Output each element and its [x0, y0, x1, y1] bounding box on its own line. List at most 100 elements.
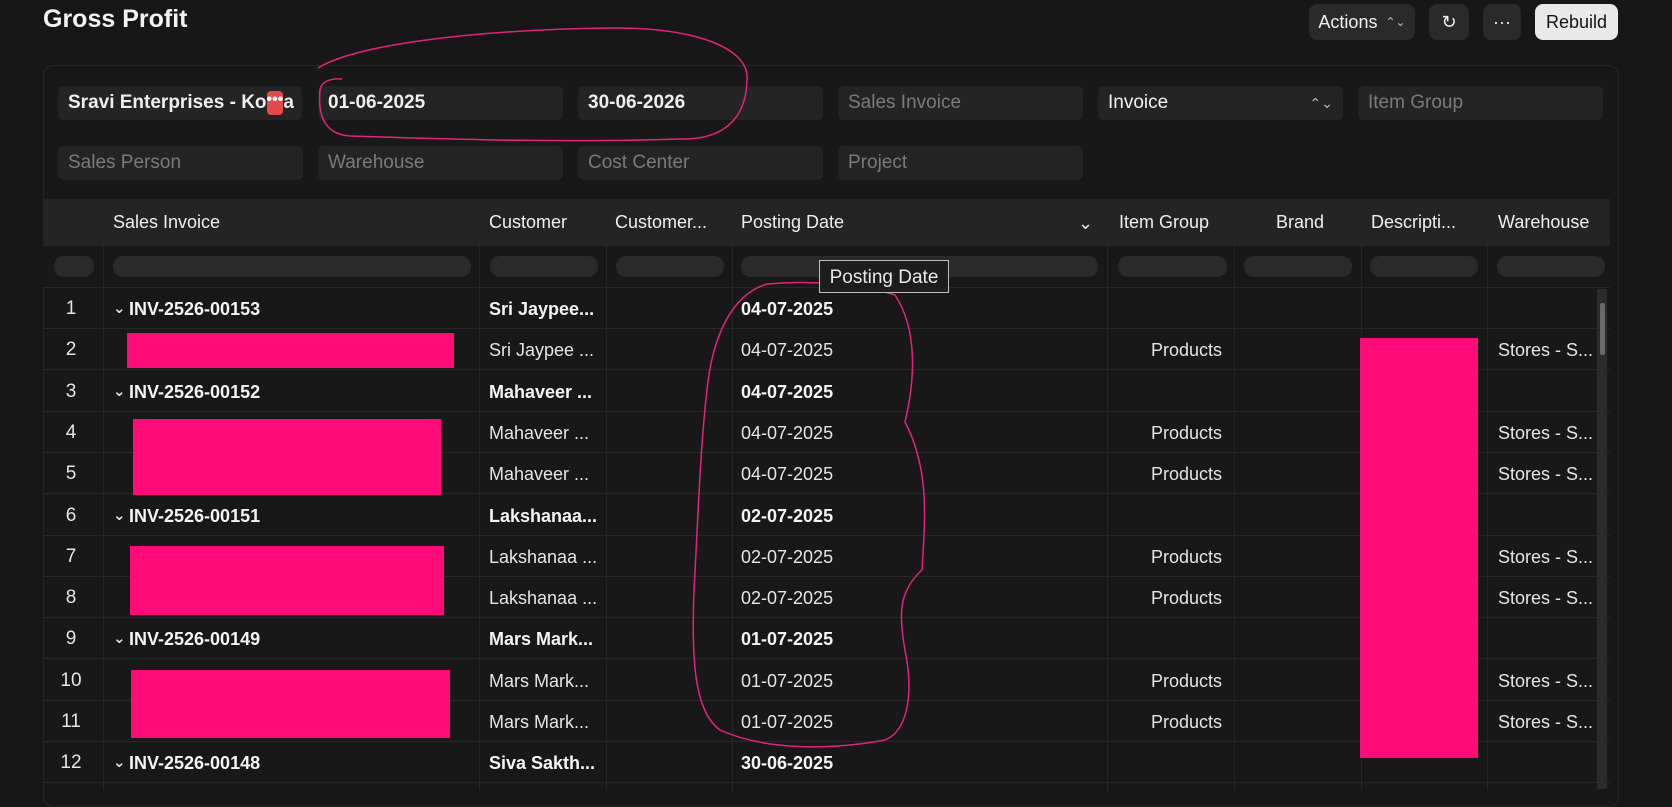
customer-cell[interactable]: Lakshanaa ... — [489, 535, 597, 576]
customer-cell[interactable]: Mars Mark... — [489, 700, 597, 741]
customer-cell[interactable]: Sri Jaypee ... — [489, 328, 597, 369]
warehouse-cell[interactable]: Stores - S... — [1498, 535, 1598, 576]
warehouse-cell[interactable] — [1498, 370, 1598, 411]
invoice-cell[interactable]: INV-2526-00149 — [129, 617, 449, 658]
row-number[interactable]: 11 — [51, 700, 91, 741]
posting-date-cell[interactable]: 01-07-2025 — [741, 617, 1041, 658]
warehouse-cell[interactable] — [1498, 617, 1598, 658]
invoice-cell[interactable]: INV-2526-00152 — [129, 370, 449, 411]
chevron-down-icon[interactable]: ⌄ — [113, 617, 127, 658]
invoice-cell[interactable]: INV-2526-00151 — [129, 494, 449, 535]
scrollbar-thumb[interactable] — [1600, 303, 1605, 355]
rebuild-button[interactable]: Rebuild — [1535, 4, 1618, 40]
column-filter-input[interactable] — [1370, 256, 1478, 277]
chevron-down-icon[interactable]: ⌄ — [113, 370, 127, 411]
warehouse-cell[interactable]: Stores - S... — [1498, 700, 1598, 741]
customer-cell[interactable]: Mahaveer ... — [489, 370, 597, 411]
item-group-cell[interactable]: Products — [1151, 659, 1231, 700]
column-filter-input[interactable] — [1497, 256, 1605, 277]
item-group-cell[interactable]: Products — [1151, 411, 1231, 452]
to-date-filter[interactable]: 30-06-2026 — [578, 86, 823, 120]
warehouse-cell[interactable]: Stores - S... — [1498, 452, 1598, 493]
row-number[interactable]: 12 — [51, 741, 91, 782]
posting-date-cell[interactable]: 01-07-2025 — [741, 659, 1041, 700]
item-group-cell[interactable]: Products — [1151, 576, 1231, 617]
warehouse-cell[interactable] — [1498, 287, 1598, 328]
posting-date-cell[interactable]: 02-07-2025 — [741, 576, 1041, 617]
posting-date-cell[interactable]: 30-06-2025 — [741, 741, 1041, 782]
customer-cell[interactable]: Lakshanaa ... — [489, 576, 597, 617]
table-group-row[interactable]: 1 INV-2526-00153 Sri Jaypee... 04-07-2025 ⌄ — [43, 287, 1610, 329]
posting-date-cell[interactable]: 04-07-2025 — [741, 452, 1041, 493]
posting-date-cell[interactable]: 04-07-2025 — [741, 411, 1041, 452]
customer-cell[interactable]: Sri Jaypee... — [489, 287, 597, 328]
item-group-cell[interactable]: Products — [1151, 452, 1231, 493]
project-filter[interactable]: Project — [838, 146, 1083, 180]
chevron-down-icon[interactable]: ⌄ — [113, 494, 127, 535]
row-number[interactable]: 10 — [51, 659, 91, 700]
row-number[interactable]: 4 — [51, 411, 91, 452]
header-sales-invoice[interactable]: Sales Invoice — [113, 199, 220, 246]
row-number[interactable]: 8 — [51, 576, 91, 617]
warehouse-filter[interactable]: Warehouse — [318, 146, 563, 180]
row-number[interactable]: 7 — [51, 535, 91, 576]
invoice-cell[interactable]: INV-2526-00153 — [129, 287, 449, 328]
posting-date-cell[interactable]: 02-07-2025 — [741, 494, 1041, 535]
posting-date-cell[interactable]: 04-07-2025 — [741, 370, 1041, 411]
cost-center-filter[interactable]: Cost Center — [578, 146, 823, 180]
item-group-cell[interactable] — [1151, 287, 1231, 328]
posting-date-dropdown-icon[interactable]: ⌄ — [1078, 200, 1093, 247]
posting-date-cell[interactable]: 01-07-2025 — [741, 700, 1041, 741]
column-filter-input[interactable] — [1244, 256, 1352, 277]
chevron-down-icon[interactable]: ⌄ — [113, 287, 127, 328]
header-warehouse[interactable]: Warehouse — [1498, 199, 1589, 246]
header-customer-group[interactable]: Customer... — [615, 199, 715, 246]
column-filter-input[interactable] — [490, 256, 598, 277]
group-by-select[interactable]: Invoice ⌃⌄ — [1098, 86, 1343, 120]
row-number[interactable]: 2 — [51, 328, 91, 369]
item-group-cell[interactable]: Products — [1151, 328, 1231, 369]
sales-person-filter[interactable]: Sales Person — [58, 146, 303, 180]
table-scrollbar[interactable] — [1597, 289, 1607, 789]
customer-cell[interactable]: Mars Mark... — [489, 659, 597, 700]
header-brand[interactable]: Brand — [1276, 199, 1324, 246]
company-filter[interactable]: Sravi Enterprises - Ko ••• a — [58, 86, 302, 120]
from-date-filter[interactable]: 01-06-2025 — [318, 86, 563, 120]
posting-date-cell[interactable]: 04-07-2025 — [741, 328, 1041, 369]
warehouse-cell[interactable]: Stores - S... — [1498, 659, 1598, 700]
warehouse-cell[interactable]: Stores - S... — [1498, 411, 1598, 452]
column-filter-input[interactable] — [1118, 256, 1227, 277]
row-number[interactable]: 6 — [51, 494, 91, 535]
row-number[interactable]: 3 — [51, 370, 91, 411]
row-number[interactable]: 9 — [51, 617, 91, 658]
item-group-cell[interactable]: Products — [1151, 700, 1231, 741]
actions-button[interactable]: Actions ⌃⌄ — [1309, 4, 1415, 40]
chevron-down-icon[interactable]: ⌄ — [113, 741, 127, 782]
column-filter-input[interactable] — [616, 256, 724, 277]
header-item-group[interactable]: Item Group — [1119, 199, 1209, 246]
posting-date-cell[interactable]: 02-07-2025 — [741, 535, 1041, 576]
refresh-button[interactable]: ↻ — [1429, 4, 1469, 40]
item-group-cell[interactable] — [1151, 741, 1231, 782]
item-group-cell[interactable] — [1151, 494, 1231, 535]
customer-cell[interactable]: Mars Mark... — [489, 617, 597, 658]
more-button[interactable]: ··· — [1483, 4, 1521, 40]
item-group-filter[interactable]: Item Group — [1358, 86, 1603, 120]
customer-cell[interactable]: Mahaveer ... — [489, 452, 597, 493]
customer-cell[interactable]: Lakshanaa... — [489, 494, 597, 535]
column-filter-input[interactable] — [54, 256, 94, 277]
invoice-cell[interactable]: INV-2526-00148 — [129, 741, 449, 782]
header-description[interactable]: Descripti... — [1371, 199, 1463, 246]
warehouse-cell[interactable] — [1498, 494, 1598, 535]
header-posting-date[interactable]: Posting Date — [741, 199, 844, 246]
row-number[interactable]: 5 — [51, 452, 91, 493]
item-group-cell[interactable]: Products — [1151, 535, 1231, 576]
header-customer[interactable]: Customer — [489, 199, 567, 246]
warehouse-cell[interactable]: Stores - S... — [1498, 576, 1598, 617]
row-number[interactable]: 1 — [51, 287, 91, 328]
customer-cell[interactable]: Mahaveer ... — [489, 411, 597, 452]
item-group-cell[interactable] — [1151, 370, 1231, 411]
column-filter-input[interactable] — [113, 256, 471, 277]
warehouse-cell[interactable] — [1498, 741, 1598, 782]
customer-cell[interactable]: Siva Sakth... — [489, 741, 597, 782]
